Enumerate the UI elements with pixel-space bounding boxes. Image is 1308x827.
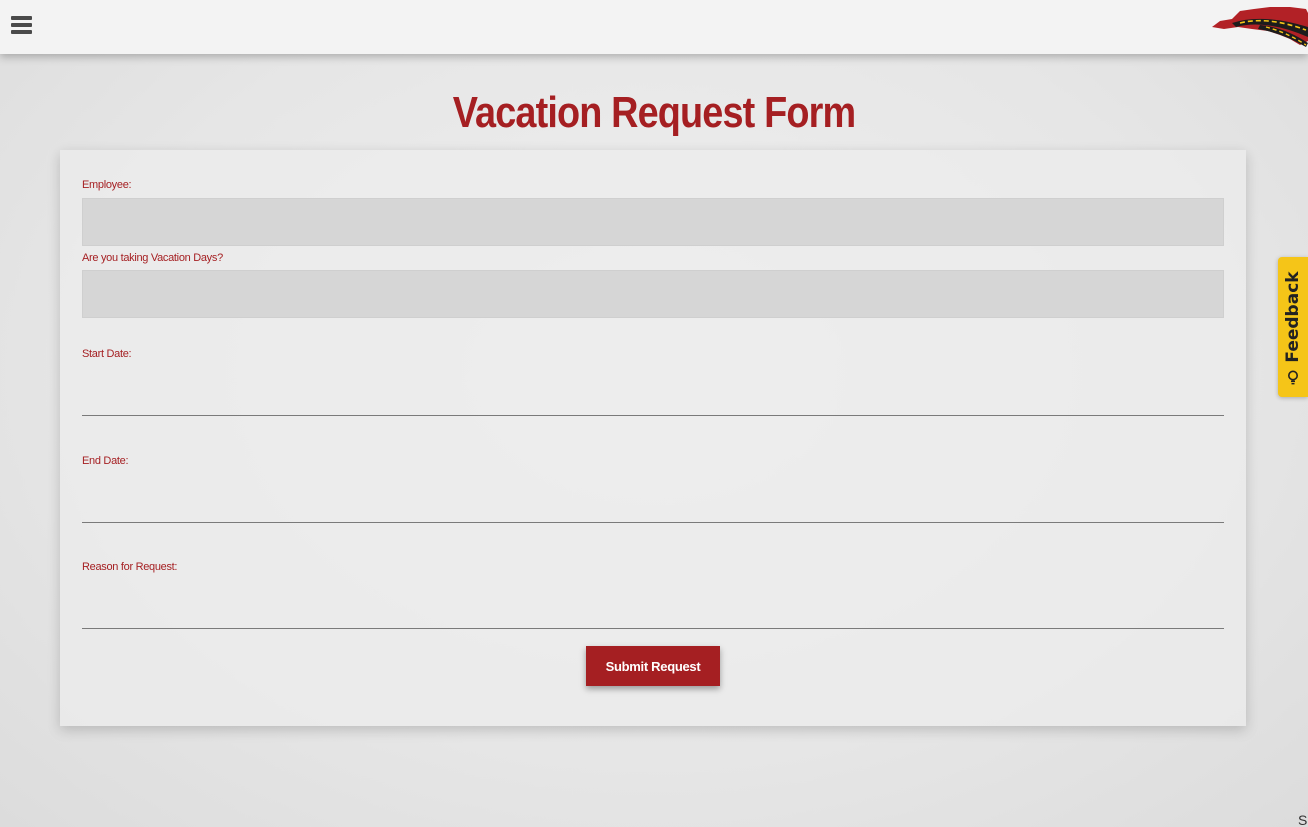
feedback-tab[interactable]: Feedback — [1278, 257, 1308, 397]
partial-text: S — [1298, 812, 1308, 827]
lightbulb-icon — [1288, 370, 1298, 385]
hamburger-menu-icon[interactable] — [11, 15, 32, 35]
state-map-road-logo[interactable] — [1210, 5, 1308, 47]
end-date-label: End Date: — [82, 455, 129, 467]
employee-select[interactable] — [82, 198, 1224, 246]
vacation-request-form: Employee: Are you taking Vacation Days? … — [60, 150, 1246, 726]
feedback-label: Feedback — [1283, 271, 1303, 363]
start-date-label: Start Date: — [82, 348, 132, 360]
vacation-days-label: Are you taking Vacation Days? — [82, 252, 223, 264]
submit-request-button[interactable]: Submit Request — [586, 646, 720, 686]
end-date-input[interactable] — [82, 486, 1224, 523]
reason-input[interactable] — [82, 592, 1224, 629]
start-date-input[interactable] — [82, 379, 1224, 416]
vacation-days-select[interactable] — [82, 270, 1224, 318]
reason-label: Reason for Request: — [82, 561, 178, 573]
employee-label: Employee: — [82, 179, 132, 191]
top-navigation-bar — [0, 0, 1308, 54]
page-title: Vacation Request Form — [452, 88, 856, 137]
